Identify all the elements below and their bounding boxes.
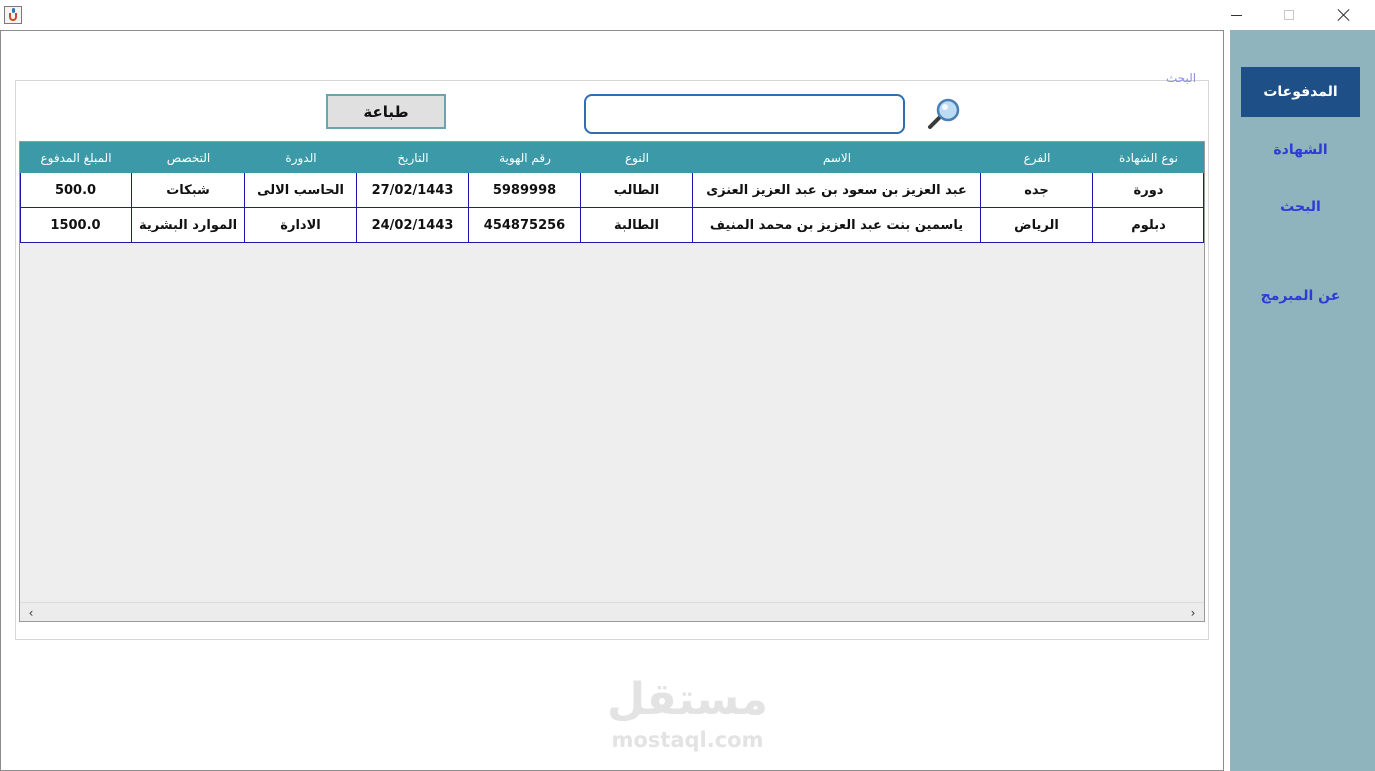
col-header-id-number[interactable]: رقم الهوية xyxy=(469,142,581,173)
minimize-icon xyxy=(1230,14,1242,16)
title-bar xyxy=(0,0,1375,31)
watermark-latin: mostaql.com xyxy=(611,728,764,752)
col-header-specialization[interactable]: التخصص xyxy=(132,142,245,173)
payments-table: نوع الشهادة الفرع الاسم النوع رقم الهوية… xyxy=(19,141,1205,622)
cell-specialization: شبكات xyxy=(132,173,245,207)
col-header-certificate-type[interactable]: نوع الشهادة xyxy=(1093,142,1204,173)
col-header-date[interactable]: التاريخ xyxy=(357,142,469,173)
sidebar-item-certificate[interactable]: الشهادة xyxy=(1241,125,1360,175)
table-row[interactable]: دبلوم الرياض ياسمين بنت عبد العزيز بن مح… xyxy=(20,208,1204,243)
horizontal-scrollbar[interactable]: ‹ › xyxy=(20,602,1204,621)
cell-branch: جده xyxy=(981,173,1093,207)
cell-name: ياسمين بنت عبد العزيز بن محمد المنيف xyxy=(693,208,981,242)
cell-amount-paid: 1500.0 xyxy=(20,208,132,242)
sidebar-item-search[interactable]: البحث xyxy=(1241,182,1360,232)
cell-branch: الرياض xyxy=(981,208,1093,242)
cell-gender: الطالب xyxy=(581,173,693,207)
sidebar-item-about-programmer[interactable]: عن المبرمج xyxy=(1241,271,1360,321)
col-header-amount-paid[interactable]: المبلغ المدفوع xyxy=(20,142,132,173)
cell-gender: الطالبة xyxy=(581,208,693,242)
maximize-icon xyxy=(1284,10,1294,20)
cell-course: الحاسب الالى xyxy=(245,173,357,207)
watermark-arabic: مستقل xyxy=(607,674,768,725)
col-header-course[interactable]: الدورة xyxy=(245,142,357,173)
col-header-gender[interactable]: النوع xyxy=(581,142,693,173)
panel-title: البحث xyxy=(1166,71,1197,85)
cell-course: الادارة xyxy=(245,208,357,242)
table-header: نوع الشهادة الفرع الاسم النوع رقم الهوية… xyxy=(20,142,1204,173)
app-window: البحث طباعة نوع الشهادة الفرع الاسم النو… xyxy=(0,0,1375,771)
scroll-right-icon[interactable]: › xyxy=(1186,606,1200,620)
minimize-button[interactable] xyxy=(1213,0,1259,30)
search-icon[interactable] xyxy=(924,96,964,132)
cell-date: 27/02/1443 xyxy=(357,173,469,207)
close-button[interactable] xyxy=(1321,0,1367,30)
col-header-name[interactable]: الاسم xyxy=(693,142,981,173)
java-app-icon xyxy=(4,6,22,24)
sidebar-item-payments[interactable]: المدفوعات xyxy=(1241,67,1360,117)
cell-date: 24/02/1443 xyxy=(357,208,469,242)
cell-amount-paid: 500.0 xyxy=(20,173,132,207)
cell-specialization: الموارد البشرية xyxy=(132,208,245,242)
scroll-left-icon[interactable]: ‹ xyxy=(24,606,38,620)
print-button[interactable]: طباعة xyxy=(326,94,446,129)
sidebar: المدفوعات الشهادة البحث عن المبرمج xyxy=(1230,30,1375,771)
search-input[interactable] xyxy=(584,94,905,134)
close-icon xyxy=(1337,8,1351,22)
cell-name: عبد العزيز بن سعود بن عبد العزيز العنزى xyxy=(693,173,981,207)
col-header-branch[interactable]: الفرع xyxy=(981,142,1093,173)
maximize-button[interactable] xyxy=(1266,0,1312,30)
cell-certificate-type: دبلوم xyxy=(1131,217,1166,233)
cell-certificate-type: دورة xyxy=(1133,182,1164,198)
cell-id-number: 5989998 xyxy=(469,173,581,207)
mostaql-watermark: مستقل mostaql.com xyxy=(600,672,775,762)
cell-id-number: 454875256 xyxy=(469,208,581,242)
table-row[interactable]: دورة جده عبد العزيز بن سعود بن عبد العزي… xyxy=(20,173,1204,208)
